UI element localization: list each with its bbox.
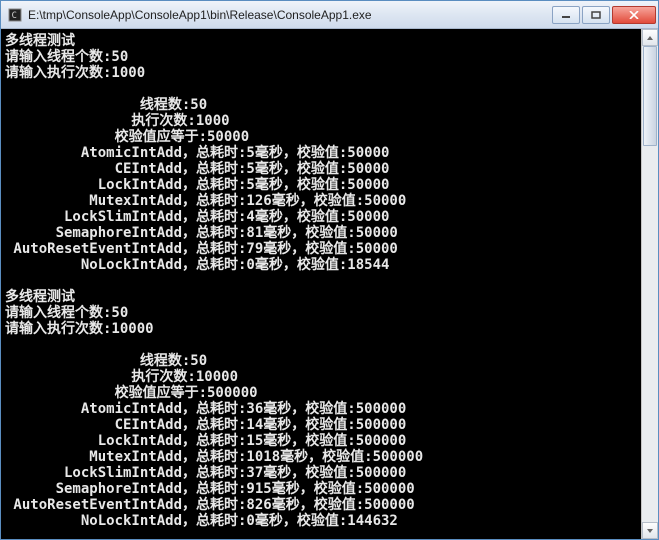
vertical-scrollbar[interactable] (641, 29, 658, 539)
close-button[interactable] (612, 6, 656, 24)
scroll-up-button[interactable] (642, 29, 658, 46)
minimize-button[interactable] (552, 6, 580, 24)
scrollbar-thumb[interactable] (643, 46, 657, 146)
titlebar[interactable]: C E:\tmp\ConsoleApp\ConsoleApp1\bin\Rele… (1, 1, 658, 29)
window-title: E:\tmp\ConsoleApp\ConsoleApp1\bin\Releas… (28, 8, 552, 22)
app-window: C E:\tmp\ConsoleApp\ConsoleApp1\bin\Rele… (0, 0, 659, 540)
app-icon: C (7, 7, 23, 23)
window-controls (552, 6, 656, 24)
svg-text:C: C (12, 11, 17, 21)
console-output: 多线程测试 请输入线程个数:50 请输入执行次数:1000 线程数:50 执行次… (1, 29, 641, 539)
content-area: 多线程测试 请输入线程个数:50 请输入执行次数:1000 线程数:50 执行次… (1, 29, 658, 539)
maximize-button[interactable] (582, 6, 610, 24)
scrollbar-track[interactable] (642, 46, 658, 522)
scroll-down-button[interactable] (642, 522, 658, 539)
